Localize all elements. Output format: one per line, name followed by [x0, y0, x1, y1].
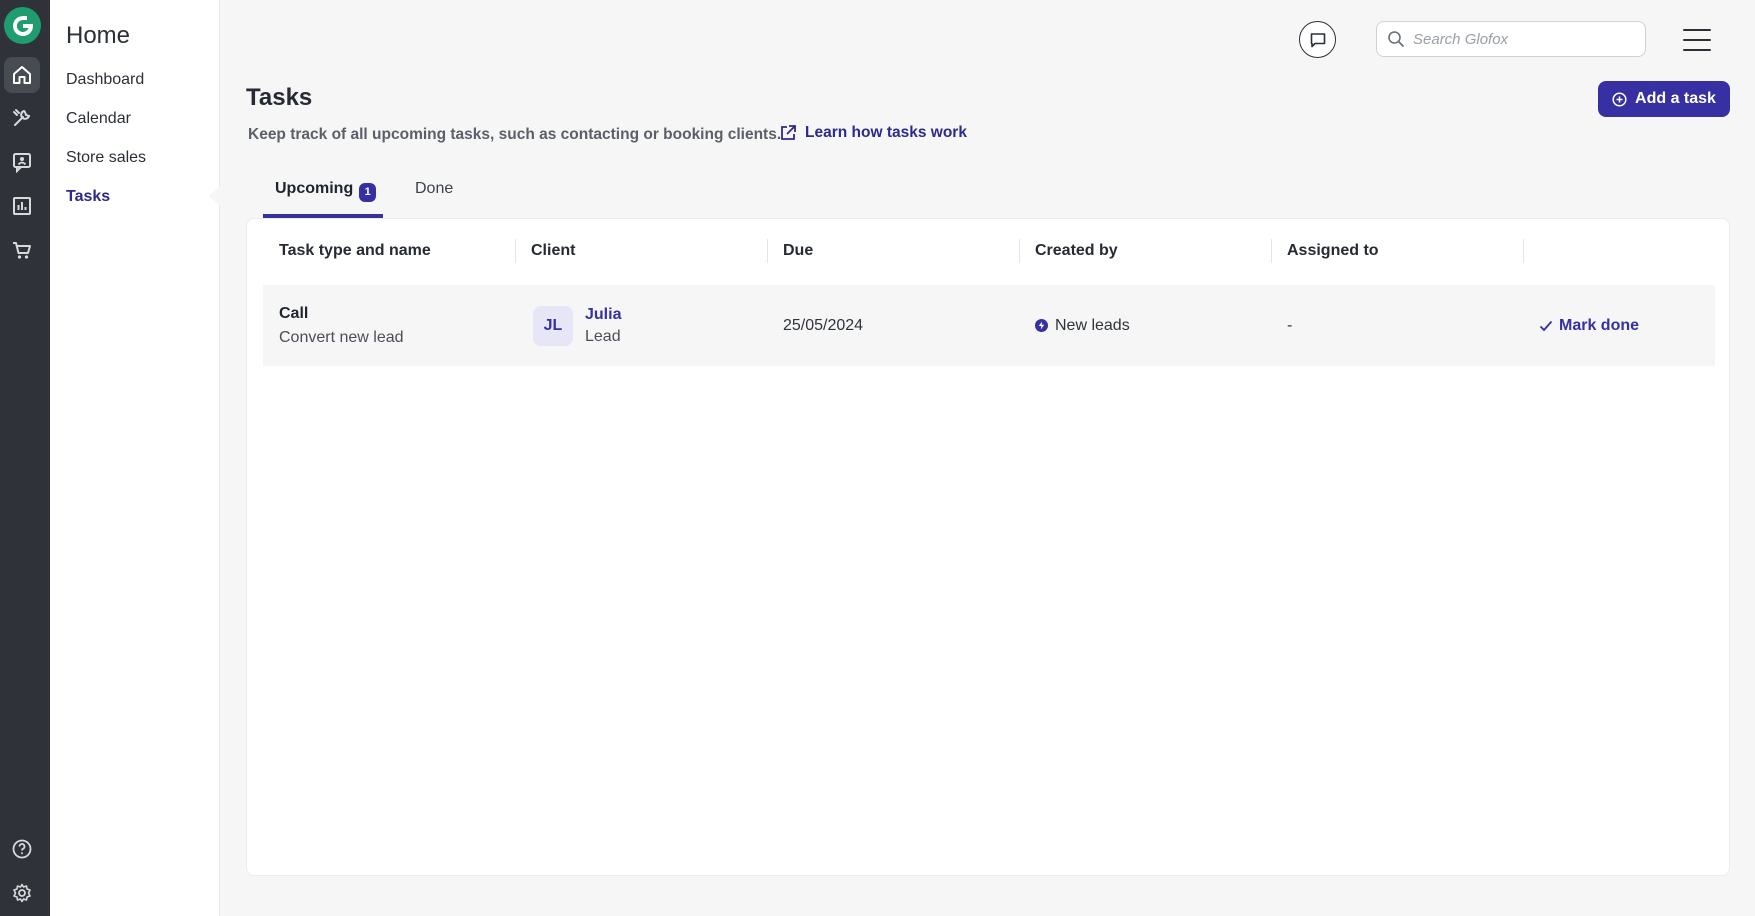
assigned-to: - [1287, 316, 1293, 334]
subnav-item-calendar[interactable]: Calendar [66, 110, 131, 128]
hamburger-menu-icon[interactable] [1683, 29, 1711, 51]
tasks-table-card: Task type and name Client Due Created by… [246, 218, 1730, 876]
page-title: Tasks [246, 84, 313, 111]
subnav-item-tasks[interactable]: Tasks [66, 188, 110, 206]
table-row[interactable]: Call Convert new lead JL Julia Lead 25/0… [263, 285, 1715, 366]
column-header-client: Client [515, 229, 767, 273]
client-cell: JL Julia Lead [515, 285, 767, 366]
app-root: Home Dashboard Calendar Store sales Task… [0, 0, 1755, 916]
table-header: Task type and name Client Due Created by… [263, 229, 1715, 273]
learn-how-tasks-work-link[interactable]: Learn how tasks work [779, 124, 967, 142]
section-title: Home [66, 22, 131, 49]
actions-cell: Mark done [1523, 285, 1715, 366]
client-type: Lead [585, 327, 621, 345]
cart-icon[interactable] [4, 232, 40, 268]
wrench-icon[interactable] [4, 100, 40, 136]
help-icon[interactable] [4, 831, 40, 867]
glofox-logo-icon[interactable] [4, 7, 41, 44]
learn-link-label: Learn how tasks work [805, 124, 967, 141]
search-input[interactable] [1413, 30, 1633, 48]
contact-card-icon[interactable] [4, 144, 40, 180]
bar-chart-icon[interactable] [4, 188, 40, 224]
sub-navigation: Home Dashboard Calendar Store sales Task… [50, 0, 220, 916]
add-task-label: Add a task [1635, 90, 1716, 107]
mark-done-label: Mark done [1559, 316, 1640, 334]
column-header-assigned-to: Assigned to [1271, 229, 1523, 273]
tab-upcoming-label: Upcoming [275, 180, 354, 197]
gear-icon[interactable] [4, 875, 40, 911]
created-by-cell: New leads [1019, 285, 1271, 366]
created-by-label: New leads [1055, 316, 1130, 334]
checkmark-icon [1539, 320, 1553, 331]
column-header-actions [1523, 229, 1715, 273]
task-cell: Call Convert new lead [263, 285, 515, 366]
icon-rail [0, 0, 50, 916]
subnav-item-store-sales[interactable]: Store sales [66, 149, 146, 167]
home-icon[interactable] [4, 57, 40, 93]
tab-done-label: Done [415, 180, 454, 197]
tab-done[interactable]: Done [415, 180, 453, 218]
task-type: Call [279, 304, 309, 322]
tab-upcoming[interactable]: Upcoming 1 [263, 180, 383, 218]
upcoming-count-badge: 1 [359, 183, 377, 202]
subnav-item-dashboard[interactable]: Dashboard [66, 71, 144, 89]
search-box [1376, 21, 1646, 57]
chat-bubble-icon [1310, 32, 1325, 47]
chat-button[interactable] [1299, 21, 1336, 58]
column-header-due: Due [767, 229, 1019, 273]
column-header-created-by: Created by [1019, 229, 1271, 273]
client-name-link[interactable]: Julia [585, 306, 621, 324]
mark-done-button[interactable]: Mark done [1539, 317, 1639, 335]
avatar: JL [533, 305, 573, 346]
page-description: Keep track of all upcoming tasks, such a… [248, 126, 782, 143]
active-item-caret [209, 186, 220, 206]
search-icon [1388, 31, 1404, 47]
column-header-task: Task type and name [279, 242, 431, 259]
task-name: Convert new lead [279, 328, 404, 346]
plus-circle-icon [1612, 91, 1627, 107]
external-link-icon [781, 125, 796, 140]
lightning-icon [1035, 319, 1048, 332]
due-date: 25/05/2024 [783, 316, 864, 334]
add-task-button[interactable]: Add a task [1598, 81, 1730, 117]
